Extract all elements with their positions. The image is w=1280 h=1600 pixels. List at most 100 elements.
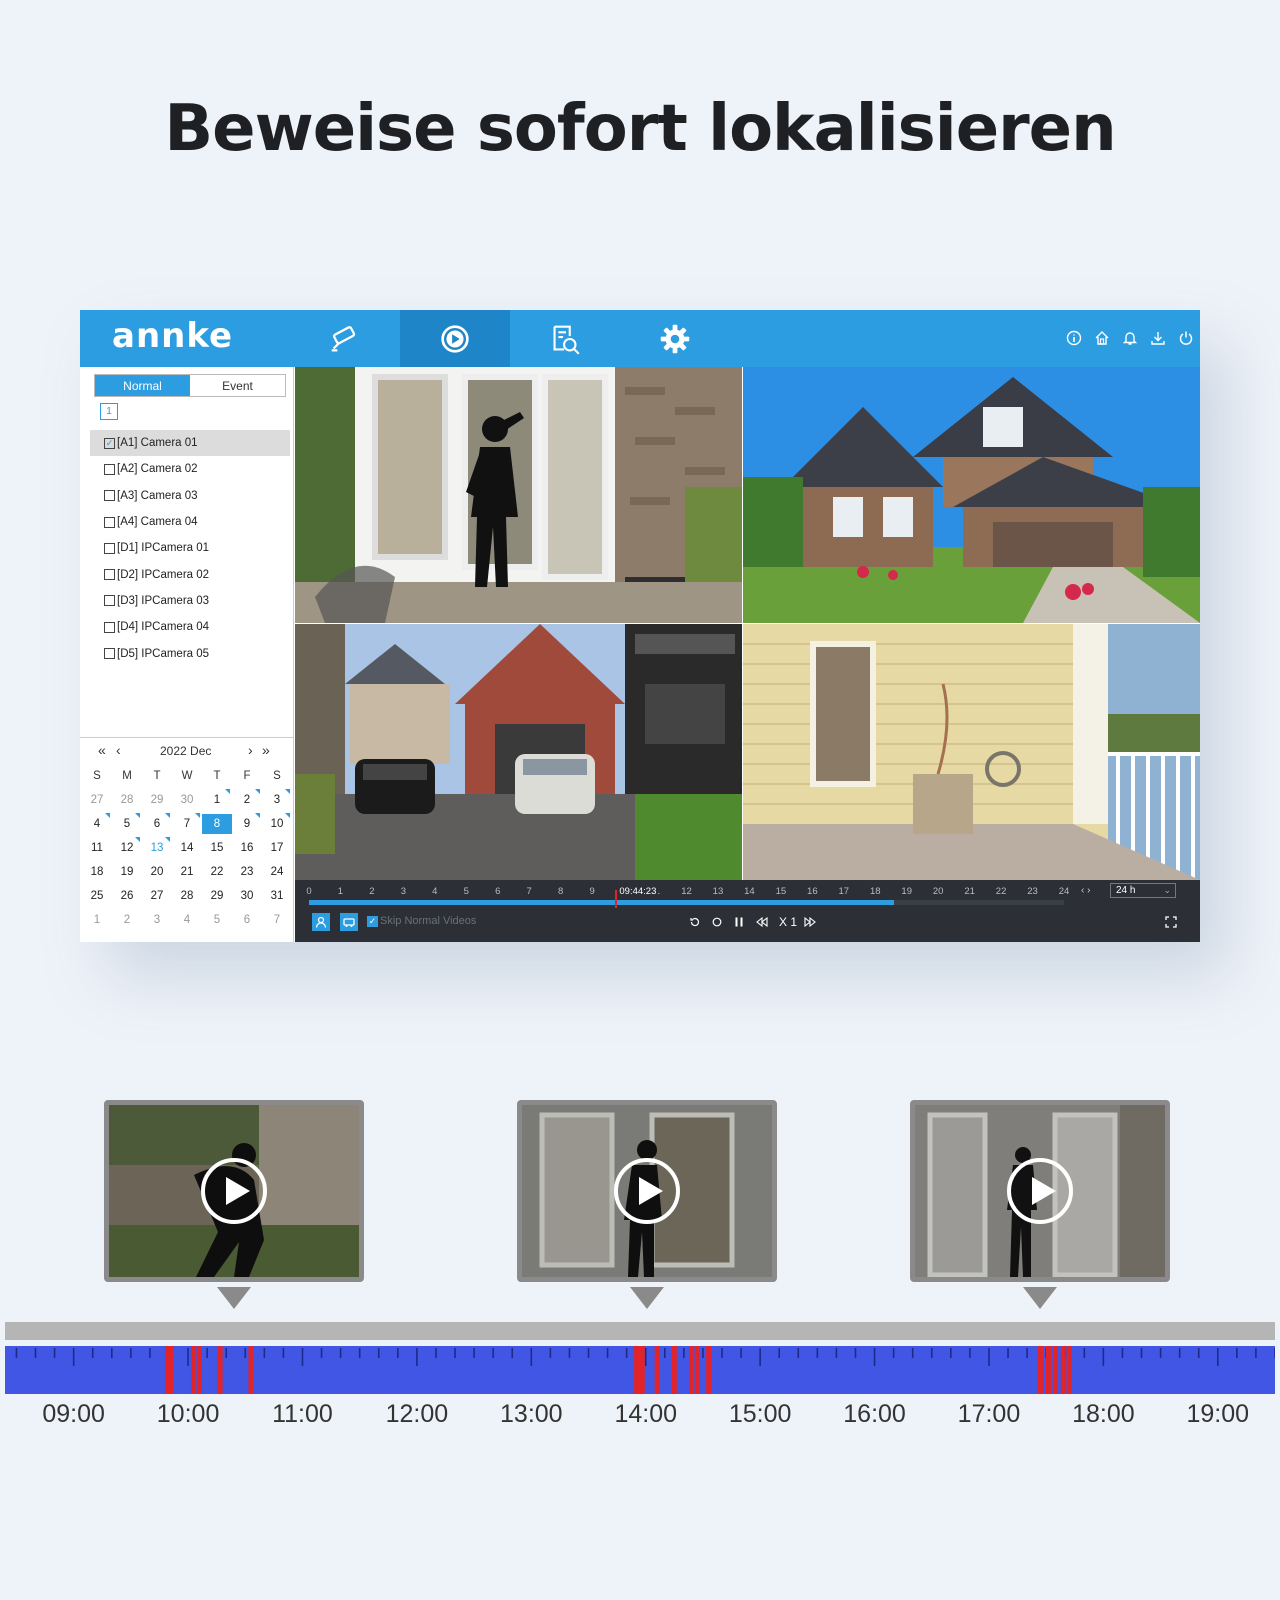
calendar-day[interactable]: 28 xyxy=(112,788,142,812)
calendar-day[interactable]: 1 xyxy=(82,908,112,932)
calendar-day[interactable]: 5 xyxy=(202,908,232,932)
camera-checkbox[interactable] xyxy=(104,569,115,581)
camera-checkbox[interactable] xyxy=(104,595,115,607)
calendar-day[interactable]: 8 xyxy=(202,814,232,834)
event-marker[interactable] xyxy=(197,1346,203,1394)
camera-list-item[interactable]: [A4] Camera 04 xyxy=(90,509,290,535)
calendar-day[interactable]: 31 xyxy=(262,884,292,908)
channel-group-badge[interactable]: 1 xyxy=(100,403,118,420)
calendar-day[interactable]: 2 xyxy=(112,908,142,932)
calendar-day[interactable]: 29 xyxy=(142,788,172,812)
tab-search[interactable] xyxy=(510,310,620,367)
event-timeline[interactable] xyxy=(5,1346,1275,1394)
calendar-day[interactable]: 11 xyxy=(82,836,112,860)
calendar-day[interactable]: 5 xyxy=(112,812,142,836)
event-marker[interactable] xyxy=(634,1346,640,1394)
calendar-day[interactable]: 18 xyxy=(82,860,112,884)
fullscreen-button[interactable] xyxy=(1163,913,1179,931)
prev-year-button[interactable]: « xyxy=(98,742,106,758)
event-thumbnail-1[interactable] xyxy=(104,1100,364,1309)
calendar-day[interactable]: 26 xyxy=(112,884,142,908)
event-marker[interactable] xyxy=(639,1346,645,1394)
camera-list-item[interactable]: [D3] IPCamera 03 xyxy=(90,588,290,614)
calendar-day[interactable]: 6 xyxy=(142,812,172,836)
rewind-30s-button[interactable] xyxy=(687,913,703,931)
tab-event[interactable]: Event xyxy=(190,375,285,396)
camera-list-item[interactable]: [D4] IPCamera 04 xyxy=(90,614,290,640)
event-marker[interactable] xyxy=(1037,1346,1043,1394)
event-marker[interactable] xyxy=(706,1346,712,1394)
slow-button[interactable] xyxy=(753,913,771,931)
calendar-day[interactable]: 21 xyxy=(172,860,202,884)
event-marker[interactable] xyxy=(217,1346,223,1394)
event-marker[interactable] xyxy=(248,1346,254,1394)
calendar-day[interactable]: 16 xyxy=(232,836,262,860)
event-marker[interactable] xyxy=(694,1346,700,1394)
person-filter-button[interactable] xyxy=(312,913,330,931)
calendar-day[interactable]: 23 xyxy=(232,860,262,884)
calendar-day[interactable]: 30 xyxy=(232,884,262,908)
event-marker[interactable] xyxy=(1060,1346,1066,1394)
camera-list-item[interactable]: [D2] IPCamera 02 xyxy=(90,561,290,587)
calendar-day[interactable]: 2 xyxy=(232,788,262,812)
video-feed-camera-1[interactable] xyxy=(295,367,742,623)
video-feed-camera-4[interactable] xyxy=(743,624,1200,880)
calendar-day[interactable]: 30 xyxy=(172,788,202,812)
vehicle-filter-button[interactable] xyxy=(340,913,358,931)
calendar-day[interactable]: 22 xyxy=(202,860,232,884)
tab-playback[interactable] xyxy=(400,310,510,367)
camera-checkbox[interactable] xyxy=(104,516,115,528)
calendar-day[interactable]: 27 xyxy=(142,884,172,908)
next-month-button[interactable]: › xyxy=(248,742,253,758)
playback-timeline[interactable]: 09:44:23 xyxy=(309,886,1064,908)
forward-30s-button[interactable] xyxy=(709,913,725,931)
home-icon[interactable] xyxy=(1092,328,1112,348)
calendar-day[interactable]: 12 xyxy=(112,836,142,860)
event-marker[interactable] xyxy=(1052,1346,1058,1394)
camera-list-item[interactable]: [A2] Camera 02 xyxy=(90,456,290,482)
event-marker[interactable] xyxy=(654,1346,660,1394)
camera-checkbox[interactable] xyxy=(104,621,115,633)
calendar-day[interactable]: 19 xyxy=(112,860,142,884)
tab-normal[interactable]: Normal xyxy=(95,375,190,396)
event-marker[interactable] xyxy=(191,1346,197,1394)
play-icon[interactable] xyxy=(614,1158,680,1224)
calendar-day[interactable]: 15 xyxy=(202,836,232,860)
calendar-day[interactable]: 17 xyxy=(262,836,292,860)
calendar-day[interactable]: 4 xyxy=(82,812,112,836)
tab-live-view[interactable] xyxy=(290,310,400,367)
video-feed-camera-2[interactable] xyxy=(743,367,1200,623)
calendar-day[interactable]: 1 xyxy=(202,788,232,812)
calendar-day[interactable]: 9 xyxy=(232,812,262,836)
calendar-day[interactable]: 14 xyxy=(172,836,202,860)
calendar-day[interactable]: 6 xyxy=(232,908,262,932)
event-marker[interactable] xyxy=(688,1346,694,1394)
camera-checkbox[interactable] xyxy=(104,542,115,554)
camera-list-item[interactable]: [D5] IPCamera 05 xyxy=(90,640,290,666)
calendar-day[interactable]: 20 xyxy=(142,860,172,884)
camera-checkbox[interactable] xyxy=(104,463,115,475)
calendar-day[interactable]: 13 xyxy=(142,836,172,860)
skip-checkbox[interactable]: ✓ xyxy=(367,915,378,927)
play-icon[interactable] xyxy=(201,1158,267,1224)
event-marker[interactable] xyxy=(1045,1346,1051,1394)
timeline-nav[interactable]: ‹ › xyxy=(1081,885,1090,896)
pause-button[interactable] xyxy=(731,913,747,931)
camera-list-item[interactable]: [A3] Camera 03 xyxy=(90,483,290,509)
camera-list-item[interactable]: [D1] IPCamera 01 xyxy=(90,535,290,561)
calendar-day[interactable]: 25 xyxy=(82,884,112,908)
camera-checkbox[interactable]: ✓ xyxy=(104,437,115,449)
camera-checkbox[interactable] xyxy=(104,490,115,502)
info-icon[interactable] xyxy=(1064,328,1084,348)
calendar-day[interactable]: 27 xyxy=(82,788,112,812)
calendar-day[interactable]: 3 xyxy=(262,788,292,812)
bell-icon[interactable] xyxy=(1120,328,1140,348)
timeline-range-select[interactable]: 24 h ⌄ xyxy=(1110,883,1176,898)
download-icon[interactable] xyxy=(1148,328,1168,348)
calendar-day[interactable]: 3 xyxy=(142,908,172,932)
power-icon[interactable] xyxy=(1176,328,1196,348)
next-year-button[interactable]: » xyxy=(262,742,270,758)
calendar-day[interactable]: 29 xyxy=(202,884,232,908)
play-icon[interactable] xyxy=(1007,1158,1073,1224)
calendar-day[interactable]: 10 xyxy=(262,812,292,836)
